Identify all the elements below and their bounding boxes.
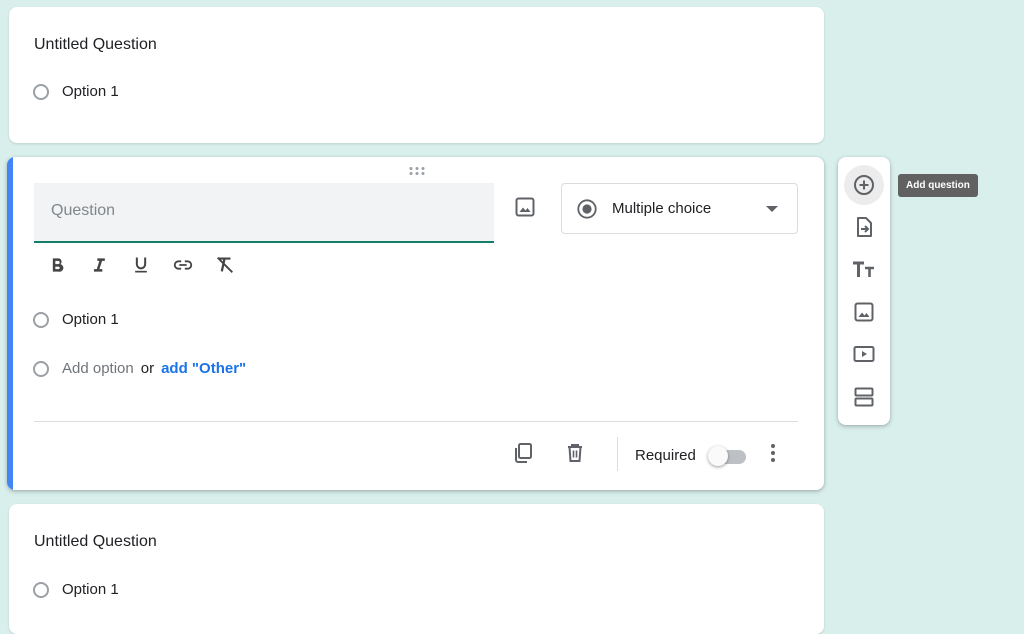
question-title: Untitled Question — [34, 36, 157, 53]
import-questions-button[interactable] — [844, 207, 884, 247]
required-toggle[interactable] — [708, 445, 748, 466]
option-label: Option 1 — [62, 581, 119, 598]
question-type-label: Multiple choice — [612, 200, 712, 217]
option-row: Option 1 — [33, 581, 119, 598]
add-section-icon — [854, 387, 874, 407]
chevron-down-icon — [766, 206, 778, 212]
add-question-tooltip: Add question — [898, 174, 978, 197]
question-title: Untitled Question — [34, 533, 157, 550]
footer-separator — [617, 437, 618, 471]
add-video-button[interactable] — [844, 334, 884, 374]
add-image-button[interactable] — [844, 292, 884, 332]
add-question-icon — [854, 175, 874, 195]
active-indicator — [7, 157, 13, 490]
delete-icon[interactable] — [563, 441, 587, 465]
required-label: Required — [635, 447, 696, 464]
question-card-bottom[interactable]: Untitled Question Option 1 — [9, 504, 824, 634]
radio-icon — [33, 581, 49, 598]
side-toolbar — [838, 157, 890, 425]
radio-icon — [33, 83, 49, 100]
add-image-icon — [854, 302, 874, 322]
link-icon[interactable] — [171, 253, 195, 277]
bold-icon[interactable] — [45, 253, 69, 277]
toggle-thumb — [708, 446, 728, 466]
add-title-button[interactable] — [844, 250, 884, 290]
add-question-button[interactable] — [844, 165, 884, 205]
add-other-link[interactable]: add "Other" — [161, 360, 246, 377]
drag-handle-icon[interactable] — [408, 166, 426, 176]
import-questions-icon — [857, 217, 872, 237]
question-card-top[interactable]: Untitled Question Option 1 — [9, 7, 824, 143]
option-row[interactable]: Option 1 — [33, 311, 119, 328]
divider — [34, 421, 798, 422]
option-label[interactable]: Option 1 — [62, 311, 119, 328]
radio-icon — [33, 311, 49, 328]
add-option-link[interactable]: Add option — [62, 360, 134, 377]
question-type-dropdown[interactable]: Multiple choice — [561, 183, 798, 234]
radio-icon — [33, 360, 49, 377]
add-video-icon — [853, 346, 875, 362]
duplicate-icon[interactable] — [511, 441, 535, 465]
italic-icon[interactable] — [87, 253, 111, 277]
format-toolbar — [45, 253, 237, 277]
or-text: or — [140, 360, 155, 377]
question-input[interactable]: Question — [34, 183, 494, 243]
more-options-icon[interactable] — [761, 441, 785, 465]
add-title-icon — [853, 261, 874, 277]
option-row: Option 1 — [33, 83, 119, 100]
radio-checked-icon — [577, 198, 597, 219]
add-option-row: Add option or add "Other" — [33, 360, 246, 377]
add-image-icon[interactable] — [513, 195, 537, 219]
option-label: Option 1 — [62, 83, 119, 100]
clear-format-icon[interactable] — [213, 253, 237, 277]
active-question-card[interactable]: Question Multiple choice Option 1 Add op… — [7, 157, 824, 490]
add-section-button[interactable] — [844, 377, 884, 417]
underline-icon[interactable] — [129, 253, 153, 277]
